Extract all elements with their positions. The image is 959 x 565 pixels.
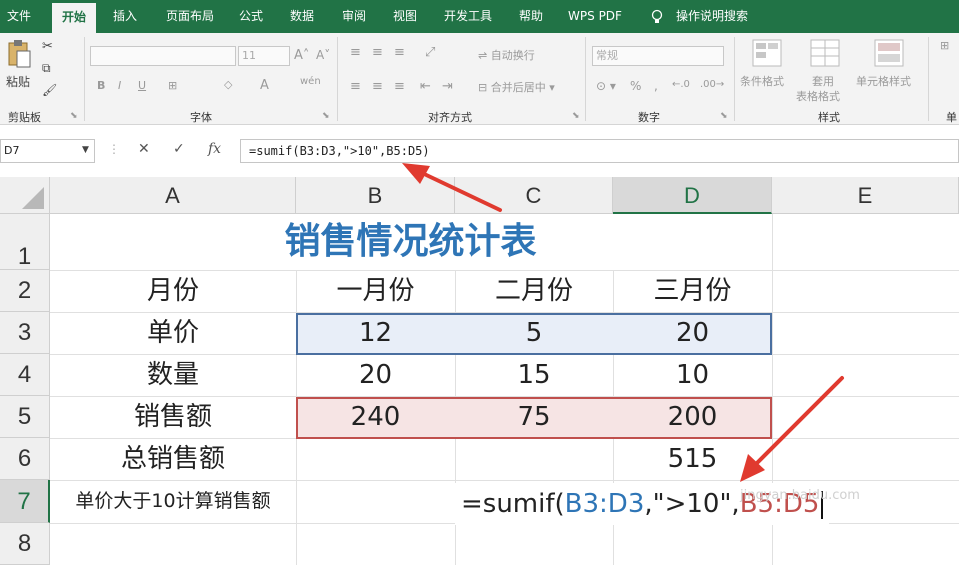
watermark-text: jingyan.baidu.com — [740, 488, 860, 503]
arrow-to-formula-bar — [402, 163, 502, 212]
annotation-arrows — [402, 163, 844, 482]
arrow-to-formula-cell — [740, 376, 844, 482]
